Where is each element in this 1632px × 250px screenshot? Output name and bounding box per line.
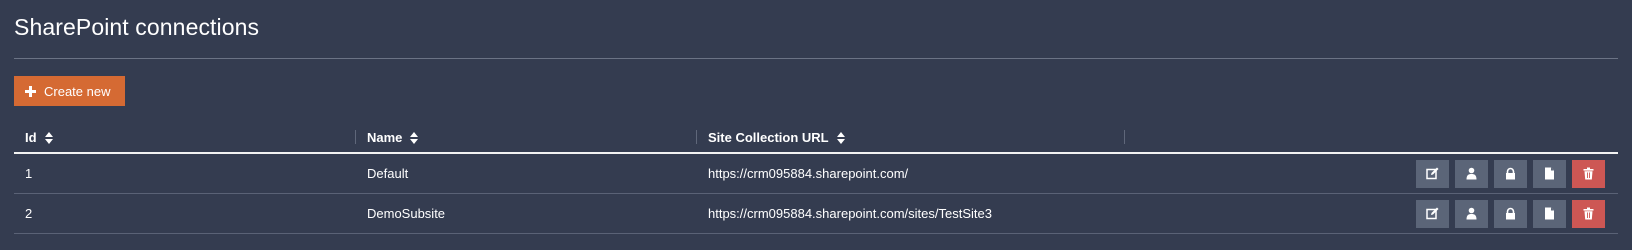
lock-icon: [1506, 207, 1515, 219]
column-header-label: Id: [25, 129, 37, 145]
table-row: 1 Default https://crm095884.sharepoint.c…: [14, 153, 1618, 194]
document-button[interactable]: [1533, 159, 1566, 188]
edit-button[interactable]: [1416, 199, 1449, 228]
document-icon: [1545, 207, 1554, 219]
edit-button[interactable]: [1416, 159, 1449, 188]
connections-table: Id Name Site Collection URL 1 Default ht…: [14, 122, 1618, 234]
page-title: SharePoint connections: [14, 14, 260, 40]
column-header-url[interactable]: Site Collection URL: [697, 122, 1125, 154]
create-new-label: Create new: [44, 83, 111, 99]
delete-button[interactable]: [1572, 199, 1605, 228]
sort-icon[interactable]: [410, 131, 419, 144]
user-icon: [1466, 167, 1477, 179]
edit-icon: [1426, 167, 1439, 179]
column-header-label: Site Collection URL: [708, 129, 829, 145]
column-header-name[interactable]: Name: [356, 122, 697, 154]
cell-url: https://crm095884.sharepoint.com/sites/T…: [697, 193, 1125, 234]
users-button[interactable]: [1455, 199, 1488, 228]
users-button[interactable]: [1455, 159, 1488, 188]
cell-url: https://crm095884.sharepoint.com/: [697, 153, 1125, 194]
create-new-button[interactable]: Create new: [14, 76, 125, 106]
title-divider: [14, 58, 1618, 59]
trash-icon: [1583, 167, 1594, 179]
permissions-button[interactable]: [1494, 159, 1527, 188]
edit-icon: [1426, 207, 1439, 219]
cell-name: DemoSubsite: [356, 193, 697, 234]
delete-button[interactable]: [1572, 159, 1605, 188]
sort-icon[interactable]: [836, 131, 846, 144]
column-header-label: Name: [367, 129, 403, 145]
sort-icon[interactable]: [44, 131, 54, 144]
cell-id: 1: [14, 153, 356, 194]
cell-name: Default: [356, 153, 697, 194]
table-header-row: Id Name Site Collection URL: [14, 122, 1618, 154]
trash-icon: [1583, 207, 1594, 219]
column-header-actions: [1125, 122, 1618, 154]
table-row: 2 DemoSubsite https://crm095884.sharepoi…: [14, 193, 1618, 234]
cell-id: 2: [14, 193, 356, 234]
row-actions: [1125, 153, 1618, 194]
document-icon: [1545, 167, 1554, 179]
user-icon: [1466, 207, 1477, 219]
document-button[interactable]: [1533, 199, 1566, 228]
plus-icon: [25, 85, 36, 97]
column-header-id[interactable]: Id: [14, 122, 356, 154]
permissions-button[interactable]: [1494, 199, 1527, 228]
lock-icon: [1506, 167, 1515, 179]
row-actions: [1125, 193, 1618, 234]
